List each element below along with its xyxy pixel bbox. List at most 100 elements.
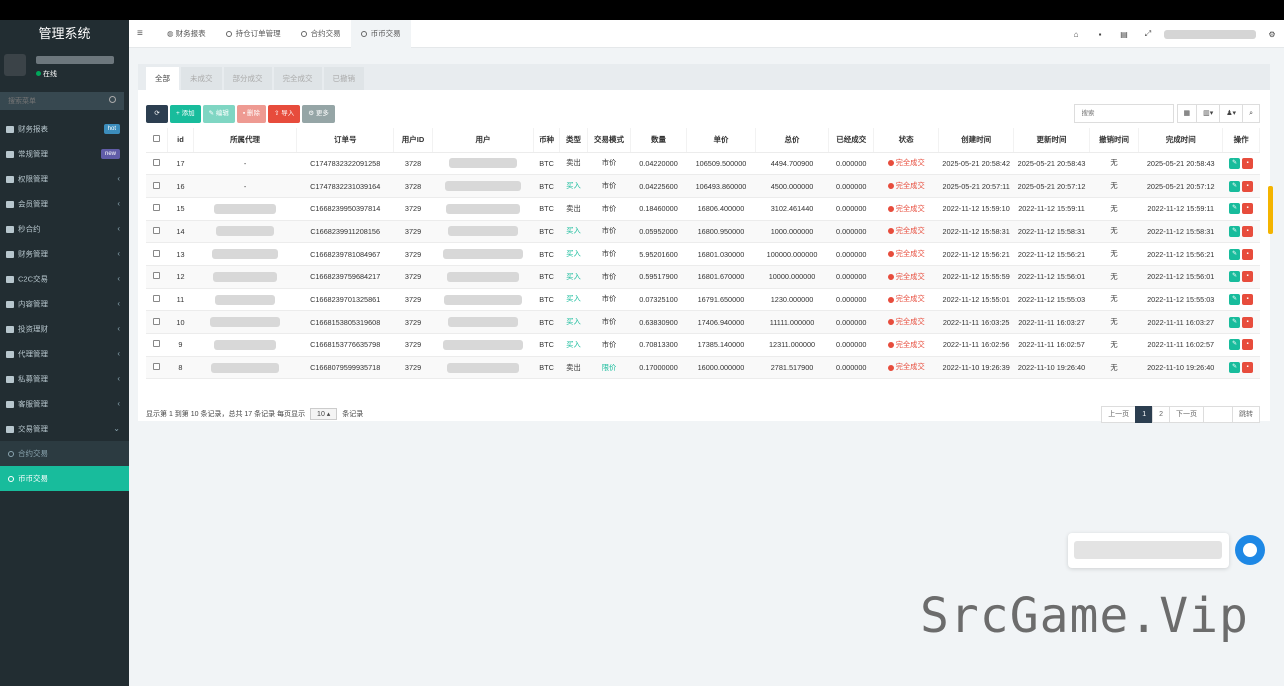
sidebar-item-1[interactable]: 常规管理 new xyxy=(0,141,129,166)
sidebar-search-input[interactable] xyxy=(0,92,124,110)
filter-tab-partial[interactable]: 部分成交 xyxy=(223,67,272,90)
sidebar-item-7[interactable]: 内容管理 ‹ xyxy=(0,291,129,316)
sidebar-item-8[interactable]: 投资理财 ‹ xyxy=(0,316,129,341)
row-checkbox[interactable] xyxy=(153,181,161,189)
column-header[interactable]: 数量 xyxy=(630,128,688,153)
row-edit-pencil-icon[interactable]: ✎ xyxy=(1229,293,1241,305)
table-row[interactable]: 8 C1668079599935718 3729 BTC 卖出 限价 0.17000000 1… xyxy=(146,356,1260,380)
edit-button[interactable]: ✎ 编辑 xyxy=(202,105,235,123)
row-delete-trash-icon[interactable]: ▪ xyxy=(1242,362,1254,374)
table-row[interactable]: 15 C1668239950397814 3729 BTC 卖出 市价 0.18460000… xyxy=(146,197,1260,221)
fullscreen-icon[interactable]: ⤢ xyxy=(1136,29,1160,39)
trash-icon[interactable]: ▪ xyxy=(1088,30,1112,39)
jump-button[interactable]: 跳转 xyxy=(1232,406,1260,423)
delete-button[interactable]: ▪ 删除 xyxy=(236,105,266,123)
sidebar-item-0[interactable]: 财务报表 hot xyxy=(0,116,129,141)
table-row[interactable]: 13 C1668239781084967 3729 BTC 买入 市价 5.95201600… xyxy=(146,242,1260,266)
column-header[interactable]: 单价 xyxy=(686,128,756,153)
column-header[interactable]: 总价 xyxy=(755,128,830,153)
home-icon[interactable]: ⌂ xyxy=(1064,30,1088,39)
sidebar-item-12[interactable]: 交易管理 ⌄ xyxy=(0,416,129,441)
row-checkbox[interactable] xyxy=(153,204,161,212)
tab-financial-report[interactable]: ◍ 财务报表 xyxy=(157,20,216,48)
select-all-checkbox[interactable] xyxy=(153,135,161,143)
row-checkbox[interactable] xyxy=(153,226,161,234)
filter-tab-all[interactable]: 全部 xyxy=(146,67,179,90)
column-header[interactable]: 币种 xyxy=(533,128,560,153)
row-edit-pencil-icon[interactable]: ✎ xyxy=(1229,362,1241,374)
sidebar-item-2[interactable]: 权限管理 ‹ xyxy=(0,166,129,191)
next-page-button[interactable]: 下一页 xyxy=(1169,406,1204,423)
row-edit-pencil-icon[interactable]: ✎ xyxy=(1229,203,1241,215)
page-size-select[interactable]: 10 ▴ xyxy=(310,408,338,420)
sidebar-item-5[interactable]: 财务管理 ‹ xyxy=(0,241,129,266)
advanced-search-button[interactable]: ⌕ xyxy=(1242,104,1260,123)
chat-bubble-icon[interactable] xyxy=(1235,535,1265,565)
search-icon[interactable] xyxy=(109,96,116,103)
row-edit-pencil-icon[interactable]: ✎ xyxy=(1229,339,1241,351)
refresh-button[interactable]: ⟳ xyxy=(146,105,168,123)
row-edit-pencil-icon[interactable]: ✎ xyxy=(1229,157,1241,169)
row-edit-pencil-icon[interactable]: ✎ xyxy=(1229,271,1241,283)
row-checkbox[interactable] xyxy=(153,158,161,166)
language-icon[interactable]: ▤ xyxy=(1112,30,1136,39)
row-checkbox[interactable] xyxy=(153,317,161,325)
settings-gear-icon[interactable]: ⚙ xyxy=(1260,30,1284,39)
column-header[interactable]: 交易模式 xyxy=(587,128,632,153)
sidebar-item-4[interactable]: 秒合约 ‹ xyxy=(0,216,129,241)
table-row[interactable]: 11 C1668239701325861 3729 BTC 买入 市价 0.07325100… xyxy=(146,288,1260,312)
sidebar-item-3[interactable]: 会员管理 ‹ xyxy=(0,191,129,216)
row-delete-trash-icon[interactable]: ▪ xyxy=(1242,293,1254,305)
sidebar-subitem-0[interactable]: 合约交易 xyxy=(0,441,129,466)
page-2-button[interactable]: 2 xyxy=(1152,406,1170,423)
table-row[interactable]: 16- C1747832231039164 3728 BTC 买入 市价 0.0422560… xyxy=(146,174,1260,198)
scroll-indicator[interactable] xyxy=(1268,186,1273,234)
row-delete-trash-icon[interactable]: ▪ xyxy=(1242,203,1254,215)
toggle-view-button[interactable]: ▦ xyxy=(1176,104,1198,123)
column-header[interactable]: 订单号 xyxy=(296,128,395,153)
row-delete-trash-icon[interactable]: ▪ xyxy=(1242,316,1254,328)
row-edit-pencil-icon[interactable]: ✎ xyxy=(1229,248,1241,260)
column-header[interactable]: 撤销时间 xyxy=(1089,128,1140,153)
row-checkbox[interactable] xyxy=(153,272,161,280)
column-header[interactable]: 创建时间 xyxy=(938,128,1015,153)
row-edit-pencil-icon[interactable]: ✎ xyxy=(1229,180,1241,192)
row-checkbox[interactable] xyxy=(153,249,161,257)
sidebar-item-9[interactable]: 代理管理 ‹ xyxy=(0,341,129,366)
columns-button[interactable]: ▥▾ xyxy=(1196,104,1221,123)
table-row[interactable]: 10 C1668153805319608 3729 BTC 买入 市价 0.63830900… xyxy=(146,310,1260,334)
column-header[interactable]: 操作 xyxy=(1222,128,1260,153)
tab-contract-trading[interactable]: 合约交易 xyxy=(291,20,351,48)
column-header[interactable]: 更新时间 xyxy=(1013,128,1090,153)
top-user-redacted[interactable] xyxy=(1164,29,1256,39)
table-row[interactable]: 12 C1668239759684217 3729 BTC 买入 市价 0.59517900… xyxy=(146,265,1260,289)
column-header[interactable]: 类型 xyxy=(559,128,588,153)
column-header[interactable]: 所属代理 xyxy=(193,128,298,153)
column-header[interactable]: 用户 xyxy=(432,128,535,153)
row-delete-trash-icon[interactable]: ▪ xyxy=(1242,339,1254,351)
table-row[interactable]: 9 C1668153776635798 3729 BTC 买入 市价 0.70813300 1… xyxy=(146,333,1260,357)
column-header[interactable]: 状态 xyxy=(873,128,939,153)
column-header[interactable]: 完成时间 xyxy=(1138,128,1224,153)
sidebar-item-10[interactable]: 私募管理 ‹ xyxy=(0,366,129,391)
table-search-input[interactable] xyxy=(1073,104,1174,123)
tab-spot-trading[interactable]: 币币交易 xyxy=(350,20,411,48)
sidebar-subitem-1[interactable]: 币币交易 xyxy=(0,466,129,491)
column-header[interactable]: 用户ID xyxy=(393,128,433,153)
tab-position-orders[interactable]: 持仓订单管理 xyxy=(216,20,291,48)
column-header[interactable]: id xyxy=(167,128,194,153)
filter-tab-unfilled[interactable]: 未成交 xyxy=(181,67,222,90)
jump-page-input[interactable] xyxy=(1203,406,1233,423)
export-button[interactable]: ♟▾ xyxy=(1219,104,1244,123)
row-checkbox[interactable] xyxy=(153,294,161,302)
table-row[interactable]: 14 C1668239911208156 3729 BTC 买入 市价 0.05952000… xyxy=(146,220,1260,244)
row-delete-trash-icon[interactable]: ▪ xyxy=(1242,157,1254,169)
row-delete-trash-icon[interactable]: ▪ xyxy=(1242,248,1254,260)
row-edit-pencil-icon[interactable]: ✎ xyxy=(1229,316,1241,328)
page-1-button[interactable]: 1 xyxy=(1135,406,1154,423)
add-button[interactable]: + 添加 xyxy=(170,105,201,123)
row-delete-trash-icon[interactable]: ▪ xyxy=(1242,271,1254,283)
filter-tab-filled[interactable]: 完全成交 xyxy=(273,67,322,90)
row-checkbox[interactable] xyxy=(153,340,161,348)
import-button[interactable]: ⇧ 导入 xyxy=(268,105,301,123)
